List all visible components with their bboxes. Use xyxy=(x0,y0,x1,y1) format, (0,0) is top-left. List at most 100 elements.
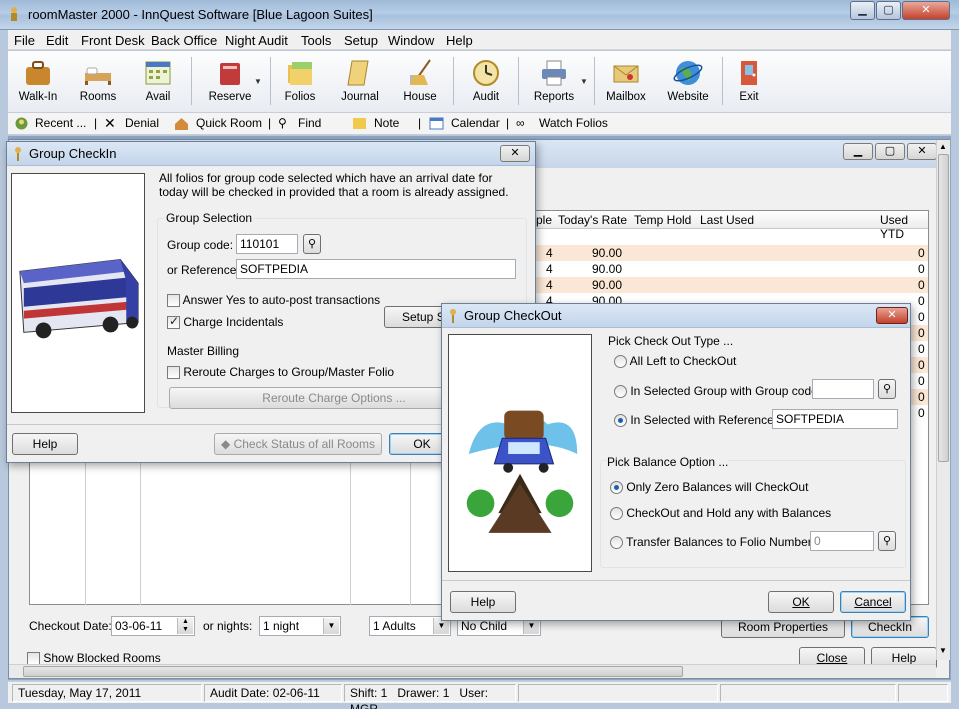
in-group-option[interactable]: In Selected Group with Group code: xyxy=(614,384,821,399)
rooms-button[interactable]: Rooms xyxy=(72,55,124,109)
exit-button[interactable]: Exit xyxy=(726,55,772,109)
menu-help[interactable]: Help xyxy=(446,33,473,48)
menu-setup[interactable]: Setup xyxy=(344,33,378,48)
child-maximize-button[interactable]: ▢ xyxy=(875,143,905,160)
note-button[interactable]: Note xyxy=(374,116,399,130)
folio-number-search-button[interactable]: ⚲ xyxy=(878,531,896,551)
mailbox-button[interactable]: Mailbox xyxy=(600,55,652,109)
menu-window[interactable]: Window xyxy=(388,33,434,48)
check-status-button[interactable]: ◆ Check Status of all Rooms xyxy=(214,433,382,455)
book-icon xyxy=(220,63,240,85)
charge-incidentals-checkbox[interactable] xyxy=(167,314,180,330)
toolbar2-separator: | xyxy=(418,116,422,130)
reports-dropdown-arrow[interactable]: ▼ xyxy=(580,77,588,86)
reroute-charges-option[interactable]: Reroute Charges to Group/Master Folio xyxy=(167,365,394,380)
col-temp-hold[interactable]: Temp Hold xyxy=(634,213,691,227)
calendar-button[interactable]: Calendar xyxy=(451,116,500,130)
answer-yes-checkbox[interactable] xyxy=(167,294,180,308)
house-label: House xyxy=(403,91,437,103)
adults-select[interactable]: 1 Adults ▼ xyxy=(369,616,451,636)
journal-button[interactable]: Journal xyxy=(334,55,386,109)
recent-icon xyxy=(15,117,28,130)
grid-column-line xyxy=(140,441,141,605)
answer-yes-option[interactable]: Answer Yes to auto-post transactions xyxy=(167,293,380,308)
checkout-dialog-close-button[interactable]: ✕ xyxy=(876,307,908,324)
checkout-group-code-input[interactable] xyxy=(812,379,874,399)
quick-room-button[interactable]: Quick Room xyxy=(196,116,262,130)
hold-any-radio[interactable] xyxy=(610,507,623,521)
checkout-help-button[interactable]: Help xyxy=(450,591,516,613)
reroute-charges-checkbox[interactable] xyxy=(167,366,180,380)
menu-front-desk[interactable]: Front Desk xyxy=(81,33,145,48)
table-row: 0 xyxy=(910,357,928,373)
reserve-dropdown-arrow[interactable]: ▼ xyxy=(254,77,262,86)
avail-button[interactable]: Avail xyxy=(132,55,184,109)
charge-incidentals-option[interactable]: Charge Incidentals xyxy=(167,314,283,330)
all-left-option[interactable]: All Left to CheckOut xyxy=(614,354,736,369)
website-button[interactable]: Website xyxy=(660,55,716,109)
secondary-toolbar: Recent ... | ✕ Denial Quick Room | ⚲ Fin… xyxy=(8,113,951,135)
checkin-help-button[interactable]: Help xyxy=(12,433,78,455)
transfer-radio[interactable] xyxy=(610,536,623,550)
checkin-dialog-close-button[interactable]: ✕ xyxy=(500,145,530,162)
menu-tools[interactable]: Tools xyxy=(301,33,331,48)
checkout-date-field[interactable]: 03-06-11 ▲ ▼ xyxy=(111,616,195,636)
checkout-reference-input[interactable]: SOFTPEDIA xyxy=(772,409,898,429)
watch-folios-button[interactable]: Watch Folios xyxy=(539,116,608,130)
checkout-group-search-button[interactable]: ⚲ xyxy=(878,379,896,399)
audit-button[interactable]: Audit xyxy=(460,55,512,109)
col-todays-rate[interactable]: Today's Rate xyxy=(558,213,627,227)
only-zero-option[interactable]: Only Zero Balances will CheckOut xyxy=(610,480,808,495)
close-button[interactable]: ✕ xyxy=(902,1,950,20)
toolbar-separator xyxy=(518,57,519,105)
walkin-button[interactable]: Walk-In xyxy=(12,55,64,109)
spin-arrows-icon[interactable]: ▲ ▼ xyxy=(177,618,193,634)
vertical-scrollbar[interactable]: ▲ ▼ xyxy=(936,140,950,660)
reserve-button[interactable]: Reserve xyxy=(202,55,258,109)
house-button[interactable]: House xyxy=(394,55,446,109)
menu-edit[interactable]: Edit xyxy=(46,33,68,48)
group-code-input[interactable]: 110101 xyxy=(236,234,298,254)
x-icon: ✕ xyxy=(104,115,116,131)
avail-label: Avail xyxy=(145,91,171,103)
menu-night-audit[interactable]: Night Audit xyxy=(225,33,288,48)
child-minimize-button[interactable]: ▁ xyxy=(843,143,873,160)
hold-any-option[interactable]: CheckOut and Hold any with Balances xyxy=(610,506,831,521)
reference-input[interactable]: SOFTPEDIA xyxy=(236,259,516,279)
nights-select[interactable]: 1 night ▼ xyxy=(259,616,341,636)
group-code-search-button[interactable]: ⚲ xyxy=(303,234,321,254)
scroll-down-arrow[interactable]: ▼ xyxy=(939,646,947,655)
in-reference-radio[interactable] xyxy=(614,414,627,428)
col-people[interactable]: ple xyxy=(536,213,552,227)
maximize-button[interactable]: ▢ xyxy=(876,1,901,20)
table-row: 0 xyxy=(910,389,928,405)
horizontal-scrollbar[interactable] xyxy=(9,664,936,678)
chevron-down-icon[interactable]: ▼ xyxy=(323,618,339,634)
col-used-ytd[interactable]: Used YTD xyxy=(880,213,928,241)
folio-number-input[interactable]: 0 xyxy=(810,531,874,551)
menu-file[interactable]: File xyxy=(14,33,35,48)
checkout-ok-button[interactable]: OK xyxy=(768,591,834,613)
in-group-radio[interactable] xyxy=(614,385,627,399)
menu-back-office[interactable]: Back Office xyxy=(151,33,217,48)
find-button[interactable]: Find xyxy=(298,116,321,130)
scroll-up-arrow[interactable]: ▲ xyxy=(939,142,947,151)
recent-button[interactable]: Recent ... xyxy=(35,116,86,130)
all-left-radio[interactable] xyxy=(614,355,627,369)
minimize-button[interactable]: ▁ xyxy=(850,1,875,20)
checkout-cancel-button[interactable]: Cancel xyxy=(840,591,906,613)
toolbar-separator xyxy=(594,57,595,105)
col-last-used[interactable]: Last Used xyxy=(700,213,754,227)
reports-button[interactable]: Reports xyxy=(526,55,582,109)
only-zero-radio[interactable] xyxy=(610,481,623,495)
transfer-option[interactable]: Transfer Balances to Folio Number: xyxy=(610,535,815,550)
child-close-button[interactable]: ✕ xyxy=(907,143,937,160)
clock-icon xyxy=(473,60,499,86)
in-reference-option[interactable]: In Selected with Reference xyxy=(614,413,774,428)
folios-button[interactable]: Folios xyxy=(274,55,326,109)
scroll-thumb[interactable] xyxy=(938,154,949,462)
denial-button[interactable]: Denial xyxy=(125,116,159,130)
walkin-label: Walk-In xyxy=(18,91,58,103)
toolbar-separator xyxy=(722,57,723,105)
scroll-thumb[interactable] xyxy=(23,666,683,677)
